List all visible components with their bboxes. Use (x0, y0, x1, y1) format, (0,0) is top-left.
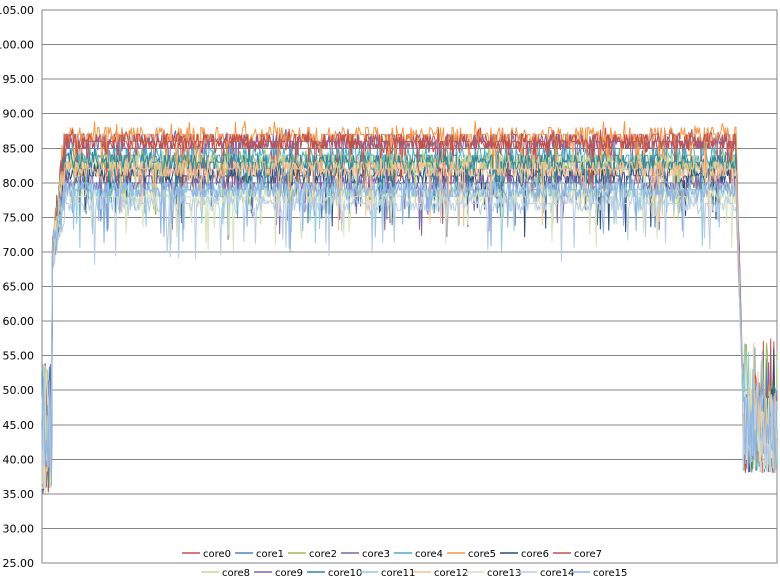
y-tick-label: 75.00 (3, 211, 35, 224)
legend-label-core9: core9 (275, 568, 303, 579)
y-tick-label: 105.00 (0, 4, 34, 17)
y-tick-label: 35.00 (3, 488, 35, 501)
y-tick-label: 40.00 (3, 453, 35, 466)
y-tick-label: 55.00 (3, 350, 35, 363)
legend-label-core4: core4 (415, 549, 443, 560)
legend-label-core2: core2 (309, 549, 337, 560)
y-tick-label: 80.00 (3, 177, 35, 190)
y-tick-label: 100.00 (0, 39, 34, 52)
legend-label-core10: core10 (328, 568, 362, 579)
legend-label-core3: core3 (362, 549, 390, 560)
y-tick-label: 45.00 (3, 419, 35, 432)
legend: core0 core1 core2 core3 core4 core5 core6 core7… (182, 549, 627, 579)
gridlines (41, 9, 778, 564)
legend-label-core11: core11 (381, 568, 415, 579)
series-line-core14 (41, 190, 778, 490)
series-lines (41, 120, 778, 494)
series-line-core15 (41, 176, 778, 487)
y-tick-label: 70.00 (3, 246, 35, 259)
y-tick-label: 90.00 (3, 108, 35, 121)
legend-label-core6: core6 (521, 549, 549, 560)
legend-label-core15: core15 (593, 568, 627, 579)
legend-label-core0: core0 (203, 549, 231, 560)
legend-label-core1: core1 (256, 549, 284, 560)
legend-label-core8: core8 (222, 568, 250, 579)
legend-label-core7: core7 (574, 549, 602, 560)
legend-label-core14: core14 (540, 568, 574, 579)
legend-label-core13: core13 (487, 568, 521, 579)
legend-label-core5: core5 (468, 549, 496, 560)
y-tick-label: 60.00 (3, 315, 35, 328)
y-tick-label: 65.00 (3, 281, 35, 294)
y-tick-label: 85.00 (3, 142, 35, 155)
y-tick-label: 50.00 (3, 384, 35, 397)
y-tick-label: 25.00 (3, 557, 35, 570)
y-tick-label: 95.00 (3, 73, 35, 86)
line-chart: 25.00 30.00 35.00 40.00 45.00 50.00 55.00 60.00… (0, 4, 778, 579)
y-axis-ticks: 25.00 30.00 35.00 40.00 45.00 50.00 55.00 60.00… (0, 4, 34, 570)
y-tick-label: 30.00 (3, 522, 35, 535)
series-line-core13 (41, 183, 778, 489)
legend-label-core12: core12 (434, 568, 468, 579)
